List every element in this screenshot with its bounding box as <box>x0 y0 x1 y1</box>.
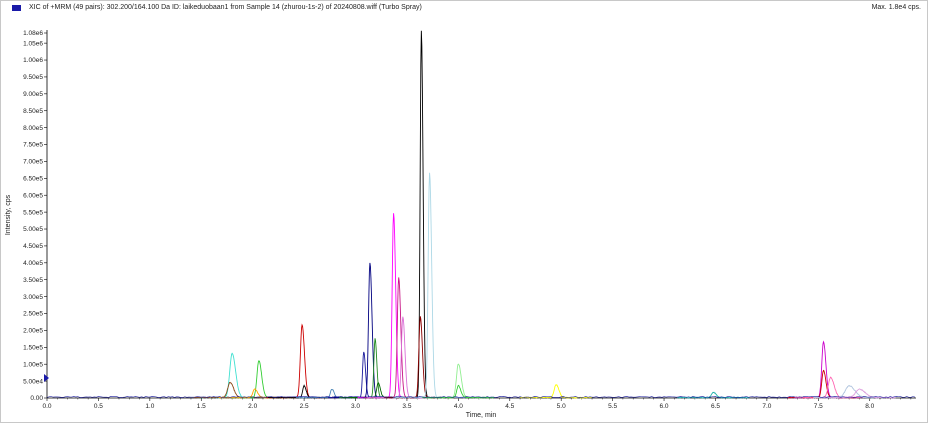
y-tick-label: 7.00e5 <box>23 159 43 166</box>
y-axis-ticks: 0.00 5.00e4 1.00e5 1.50e5 2.00e5 2.50e5 3.00e5… <box>23 30 47 402</box>
chromatogram-trace <box>813 385 886 399</box>
y-tick-label: 2.50e5 <box>23 311 43 318</box>
y-tick-label: 1.00e6 <box>23 57 43 64</box>
x-tick-label: 3.5 <box>402 403 411 410</box>
y-tick-label: 7.50e5 <box>23 142 43 149</box>
chromatogram-trace <box>384 316 457 399</box>
chromatogram-trace <box>333 262 407 399</box>
chromatogram-plot[interactable]: 0.00 5.00e4 1.00e5 1.50e5 2.00e5 2.50e5 3.00e5… <box>0 0 928 423</box>
chromatogram-trace <box>327 351 400 399</box>
y-tick-label: 6.50e5 <box>23 176 43 183</box>
baseline-trace <box>46 396 916 398</box>
chromatogram-trace <box>422 363 495 399</box>
y-tick-label: 8.00e5 <box>23 125 43 132</box>
y-tick-label: 1.08e6 <box>23 30 43 37</box>
x-tick-label: 5.5 <box>608 403 617 410</box>
y-tick-label: 9.00e5 <box>23 91 43 98</box>
x-tick-label: 7.5 <box>814 403 823 410</box>
chromatogram-trace <box>422 384 495 399</box>
y-tick-label: 4.50e5 <box>23 243 43 250</box>
chromatogram-trace <box>265 323 339 399</box>
chromatogram-trace <box>393 172 466 399</box>
x-tick-label: 6.0 <box>660 403 669 410</box>
y-tick-label: 5.00e5 <box>23 226 43 233</box>
x-tick-label: 0.0 <box>42 403 51 410</box>
level-marker-icon[interactable] <box>44 374 49 382</box>
y-tick-label: 8.50e5 <box>23 108 43 115</box>
y-axis-title: Intensity, cps <box>5 194 12 235</box>
axes <box>46 30 916 399</box>
y-tick-label: 1.50e5 <box>23 345 43 352</box>
x-tick-label: 3.0 <box>351 403 360 410</box>
x-tick-label: 4.5 <box>505 403 514 410</box>
chromatogram-traces <box>46 30 916 399</box>
y-tick-label: 5.00e4 <box>23 378 43 385</box>
y-tick-label: 6.00e5 <box>23 192 43 199</box>
x-tick-label: 1.0 <box>145 403 154 410</box>
y-tick-label: 1.05e6 <box>23 40 43 47</box>
chromatogram-trace <box>222 360 295 399</box>
y-tick-label: 3.50e5 <box>23 277 43 284</box>
x-tick-label: 1.5 <box>197 403 206 410</box>
x-tick-label: 2.0 <box>248 403 257 410</box>
x-tick-label: 8.0 <box>865 403 874 410</box>
x-tick-label: 7.0 <box>762 403 771 410</box>
x-tick-label: 6.5 <box>711 403 720 410</box>
chromatogram-trace <box>520 383 593 399</box>
y-tick-label: 3.00e5 <box>23 294 43 301</box>
chromatogram-trace <box>787 340 860 399</box>
y-tick-label: 4.00e5 <box>23 260 43 267</box>
chromatogram-trace <box>794 376 867 399</box>
x-tick-label: 0.5 <box>94 403 103 410</box>
x-tick-label: 5.0 <box>557 403 566 410</box>
x-axis-title: Time, min <box>466 412 497 419</box>
chromatogram-trace <box>385 30 458 399</box>
y-tick-label: 9.50e5 <box>23 74 43 81</box>
chromatogram-trace <box>787 369 860 399</box>
y-tick-label: 0.00 <box>30 395 43 402</box>
x-tick-label: 2.5 <box>300 403 309 410</box>
y-tick-label: 5.50e5 <box>23 209 43 216</box>
x-axis-ticks: 0.0 0.5 1.0 1.5 2.0 2.5 3.0 3.5 4.0 4.5 5.0 5.5 6.0 6… <box>42 398 912 410</box>
y-tick-label: 2.00e5 <box>23 328 43 335</box>
x-tick-label: 4.0 <box>454 403 463 410</box>
y-tick-label: 1.00e5 <box>23 361 43 368</box>
